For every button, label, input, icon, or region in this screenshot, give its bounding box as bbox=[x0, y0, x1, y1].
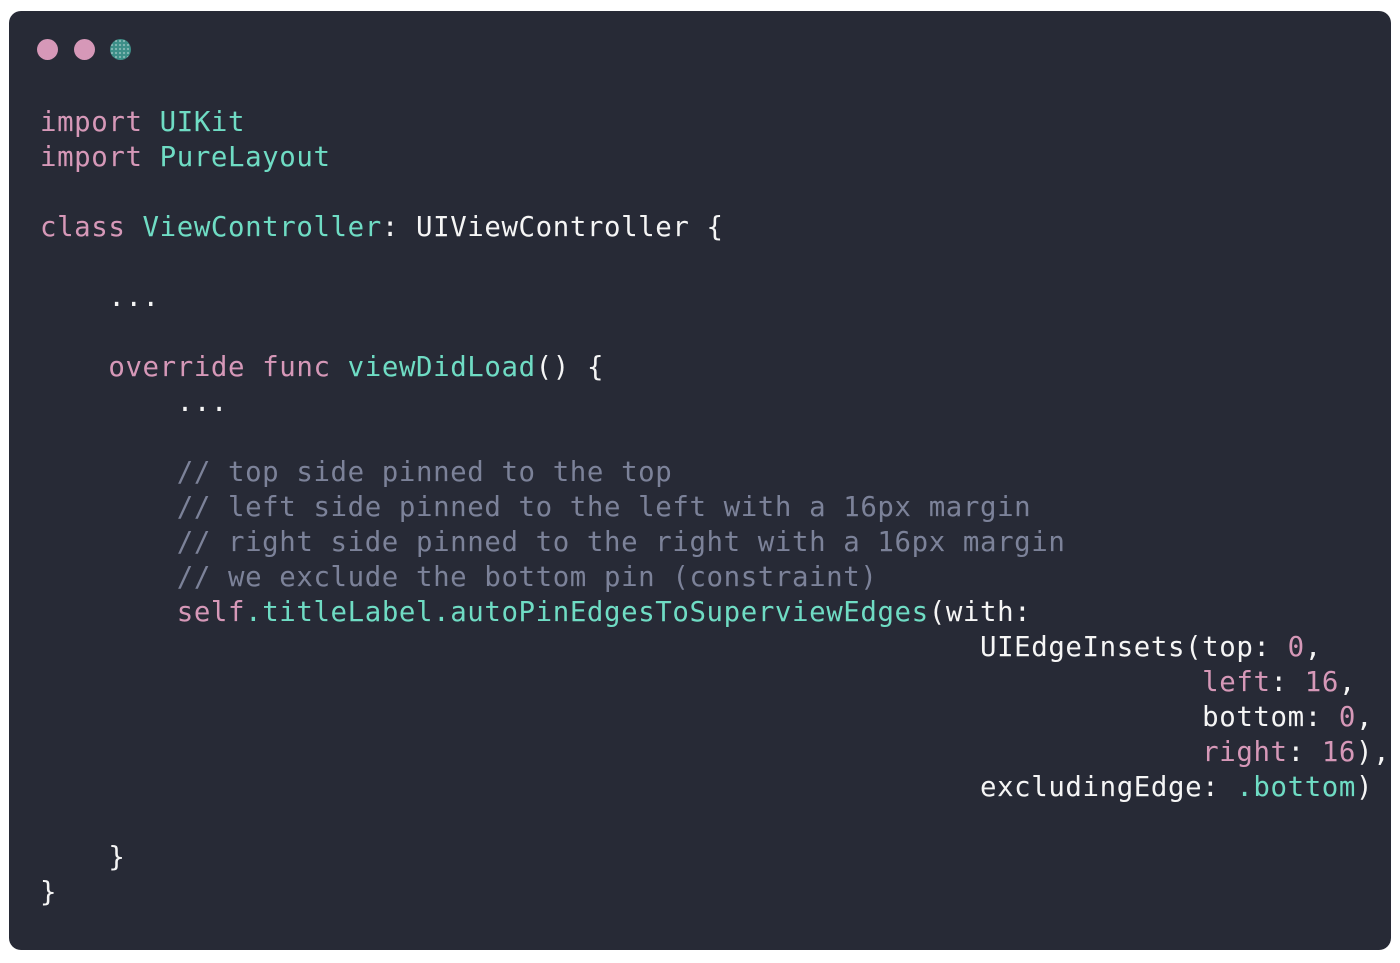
code-token: // left side pinned to the left with a 1… bbox=[40, 492, 1032, 523]
code-line: } bbox=[40, 840, 1390, 875]
code-line: ... bbox=[40, 385, 1390, 420]
code-token: class bbox=[40, 212, 126, 243]
code-line: import PureLayout bbox=[40, 140, 1390, 175]
code-token: } bbox=[40, 877, 58, 908]
code-token: , bbox=[1355, 702, 1374, 733]
code-line: bottom: 0, bbox=[40, 700, 1390, 735]
code-token: , bbox=[1338, 667, 1357, 698]
code-line: UIEdgeInsets(top: 0, bbox=[40, 630, 1390, 665]
code-token: 16 bbox=[1321, 737, 1356, 768]
code-token: 0 bbox=[1287, 632, 1305, 663]
code-token: ... bbox=[40, 387, 228, 418]
code-token: override bbox=[108, 352, 246, 383]
code-block: import UIKit import PureLayout class ViewC… bbox=[40, 105, 1390, 910]
code-token: import bbox=[40, 107, 143, 138]
code-line: // top side pinned to the top bbox=[40, 455, 1390, 490]
minimize-button-icon[interactable] bbox=[74, 39, 95, 60]
code-line: // we exclude the bottom pin (constraint… bbox=[40, 560, 1390, 595]
code-token: ), bbox=[1356, 737, 1391, 768]
code-token: self bbox=[176, 597, 246, 628]
code-line: self.titleLabel.autoPinEdgesToSuperviewE… bbox=[40, 595, 1390, 630]
code-line: ... bbox=[40, 280, 1390, 315]
code-token: : bbox=[1270, 667, 1305, 698]
code-token: excludingEdge: bbox=[40, 772, 1237, 803]
code-token: 16 bbox=[1304, 667, 1339, 698]
code-token: 0 bbox=[1338, 702, 1356, 733]
code-token: // we exclude the bottom pin (constraint… bbox=[40, 562, 878, 593]
code-token: : UIViewController { bbox=[381, 212, 724, 243]
code-token: // right side pinned to the right with a… bbox=[40, 527, 1066, 558]
code-line: // left side pinned to the left with a 1… bbox=[40, 490, 1390, 525]
code-line: right: 16), bbox=[40, 735, 1390, 770]
code-token: ... bbox=[40, 282, 160, 313]
code-token: () { bbox=[535, 352, 605, 383]
code-token: import bbox=[40, 142, 143, 173]
close-button-icon[interactable] bbox=[37, 39, 58, 60]
code-token: PureLayout bbox=[159, 142, 331, 173]
code-token: (with: bbox=[928, 597, 1032, 628]
code-token: , bbox=[1304, 632, 1322, 663]
code-token: } bbox=[40, 842, 126, 873]
code-line: // right side pinned to the right with a… bbox=[40, 525, 1390, 560]
code-line: class ViewController: UIViewController { bbox=[40, 210, 1390, 245]
code-token: UIKit bbox=[159, 107, 246, 138]
code-line: } bbox=[40, 875, 1390, 910]
code-token: .titleLabel.autoPinEdgesToSuperviewEdges bbox=[245, 597, 929, 628]
code-token: .bottom bbox=[1236, 772, 1356, 803]
code-token: func bbox=[262, 352, 331, 383]
code-line: excludingEdge: .bottom) bbox=[40, 770, 1390, 805]
code-token: ) bbox=[1355, 772, 1374, 803]
code-token: left bbox=[1202, 667, 1271, 698]
code-token: right bbox=[1202, 737, 1288, 768]
code-token: UIEdgeInsets(top: bbox=[40, 632, 1288, 663]
code-line: left: 16, bbox=[40, 665, 1390, 700]
code-token: bottom: bbox=[40, 702, 1339, 733]
code-token: ViewController bbox=[142, 212, 382, 243]
code-line: import UIKit bbox=[40, 105, 1390, 140]
code-token: : bbox=[1287, 737, 1322, 768]
code-token: // top side pinned to the top bbox=[40, 457, 673, 488]
code-token: viewDidLoad bbox=[347, 352, 536, 383]
code-window: import UIKit import PureLayout class ViewC… bbox=[9, 11, 1391, 950]
code-line: override func viewDidLoad() { bbox=[40, 350, 1390, 385]
zoom-button-icon[interactable] bbox=[110, 39, 131, 60]
